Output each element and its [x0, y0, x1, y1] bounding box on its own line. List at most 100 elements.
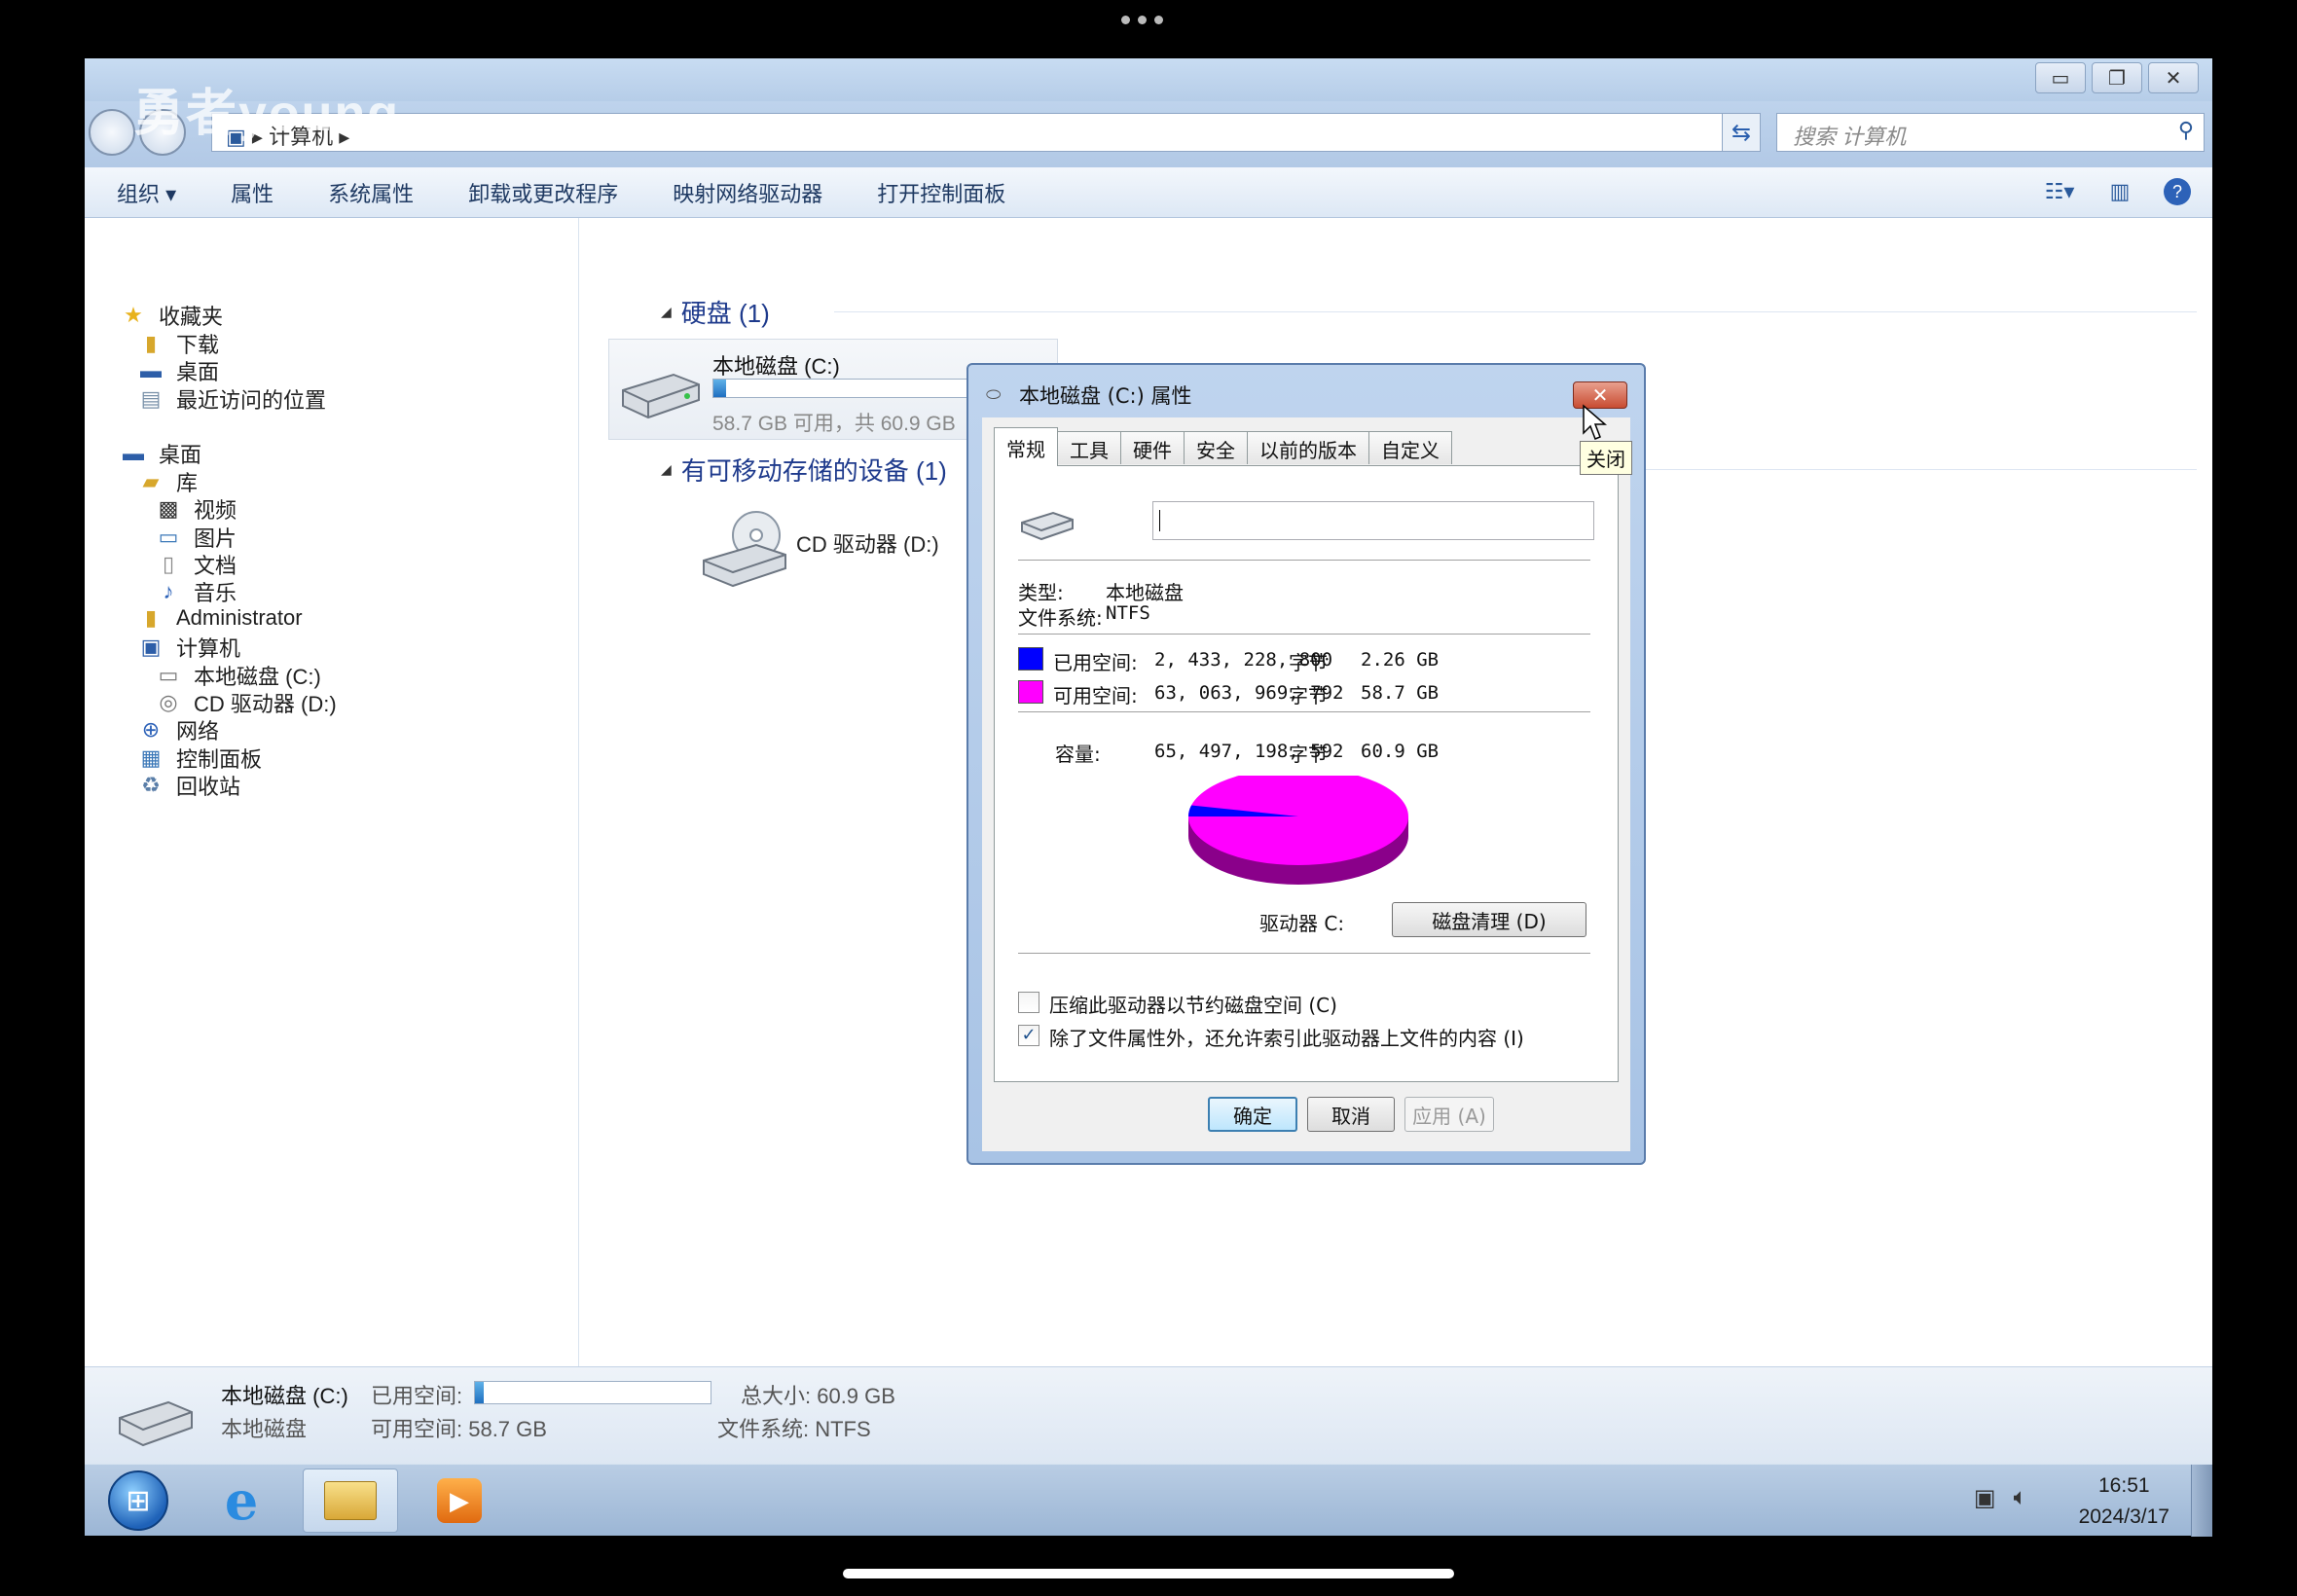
- clock-date: 2024/3/17: [2078, 1505, 2169, 1528]
- pictures-icon: ▭: [158, 525, 179, 549]
- nav-label: 计算机: [176, 636, 241, 661]
- network-status-icon[interactable]: ▣: [1974, 1484, 1996, 1512]
- map-drive-button[interactable]: 映射网络驱动器: [673, 177, 822, 208]
- clock[interactable]: 16:51 2024/3/17: [2079, 1470, 2169, 1533]
- home-indicator: [843, 1569, 1454, 1578]
- user-folder-icon: ▮: [144, 605, 158, 630]
- cd-drive-icon[interactable]: [698, 506, 791, 588]
- compress-checkbox[interactable]: [1018, 992, 1039, 1013]
- address-field[interactable]: ▣ ▸ 计算机 ▸ ▾: [211, 113, 1749, 152]
- navigation-pane: ★ 收藏夹 ▮ 下载 ▬ 桌面 ▤ 最近访问的位置 ▬ 桌面 ▰ 库 ▩ 视频 ▭ 图片 ▯ 文档…: [85, 218, 579, 1366]
- cd-drive-icon: ◎: [159, 690, 178, 714]
- top-dots: [1121, 16, 1163, 24]
- command-toolbar: 组织 ▾ 属性 系统属性 卸载或更改程序 映射网络驱动器 打开控制面板 ☷▾ ▥…: [85, 167, 2212, 218]
- control-panel-icon: ▦: [140, 745, 162, 770]
- desktop-icon: ▬: [123, 441, 144, 465]
- media-player-taskbar-button[interactable]: ▶: [412, 1469, 507, 1533]
- ie-taskbar-button[interactable]: e: [194, 1469, 289, 1533]
- media-player-icon: ▶: [437, 1478, 482, 1523]
- desktop-icon: ▬: [140, 358, 162, 382]
- hard-drive-icon: [119, 1400, 193, 1447]
- nav-label: 音乐: [194, 581, 237, 605]
- volume-icon[interactable]: 🔈︎: [2014, 1484, 2027, 1512]
- type-value: 本地磁盘: [1106, 581, 1184, 604]
- removable-group-header[interactable]: ◢ 有可移动存储的设备 (1): [661, 452, 947, 488]
- nav-admin[interactable]: ▮ Administrator: [137, 604, 303, 632]
- nav-favorites[interactable]: ★ 收藏夹: [120, 300, 223, 331]
- taskbar: ⊞ e ▶ ▣ 🔈︎ 16:51 2024/3/17: [85, 1464, 2212, 1537]
- used-space-swatch: [1018, 647, 1043, 671]
- uninstall-button[interactable]: 卸载或更改程序: [468, 177, 618, 208]
- back-button[interactable]: [89, 109, 135, 156]
- downloads-folder-icon: ▮: [144, 331, 158, 355]
- nav-videos[interactable]: ▩ 视频: [155, 493, 237, 525]
- refresh-icon[interactable]: ⇆: [1722, 113, 1761, 152]
- disk-cleanup-button[interactable]: 磁盘清理 (D): [1392, 902, 1586, 937]
- tab-general[interactable]: 常规: [994, 427, 1058, 466]
- system-properties-button[interactable]: 系统属性: [328, 177, 414, 208]
- details-pane: 本地磁盘 (C:) 已用空间: 总大小: 60.9 GB 本地磁盘 可用空间: …: [85, 1366, 2212, 1464]
- type-label: 类型:: [1018, 581, 1064, 604]
- organize-menu[interactable]: 组织 ▾: [117, 177, 176, 208]
- details-usage-bar: [474, 1381, 711, 1404]
- ok-button[interactable]: 确定: [1208, 1097, 1297, 1132]
- details-free: 可用空间: 58.7 GB: [371, 1417, 547, 1441]
- nav-music[interactable]: ♪ 音乐: [155, 576, 237, 607]
- start-button[interactable]: ⊞: [91, 1469, 186, 1533]
- restore-button[interactable]: ❐: [2092, 62, 2142, 93]
- nav-network[interactable]: ⊕ 网络: [137, 714, 219, 745]
- capacity-gb: 60.9 GB: [1361, 741, 1440, 762]
- help-icon[interactable]: ?: [2164, 178, 2191, 205]
- dialog-body: 常规 工具 硬件 安全 以前的版本 自定义 类型: 本地磁盘 文件系统: NTF…: [982, 417, 1630, 1151]
- tab-tools[interactable]: 工具: [1057, 431, 1121, 464]
- folder-icon: [324, 1481, 377, 1520]
- properties-dialog: ⬭ 本地磁盘 (C:) 属性 ✕ 关闭 常规 工具 硬件 安全 以前的版本 自定…: [966, 363, 1646, 1165]
- nav-recent[interactable]: ▤ 最近访问的位置: [137, 383, 326, 415]
- nav-label: Administrator: [176, 605, 303, 630]
- compress-label: 压缩此驱动器以节约磁盘空间 (C): [1049, 994, 1337, 1017]
- preview-pane-icon[interactable]: ▥: [2103, 175, 2136, 208]
- view-options-icon[interactable]: ☷▾: [2043, 175, 2076, 208]
- tab-hardware[interactable]: 硬件: [1120, 431, 1185, 464]
- volume-label-input[interactable]: [1152, 501, 1594, 540]
- hdd-group-header[interactable]: ◢ 硬盘 (1): [661, 294, 770, 330]
- nav-label: 最近访问的位置: [176, 388, 327, 413]
- drive-d-name[interactable]: CD 驱动器 (D:): [796, 527, 939, 559]
- tab-security[interactable]: 安全: [1184, 431, 1248, 464]
- video-icon: ▩: [158, 496, 179, 521]
- control-panel-button[interactable]: 打开控制面板: [877, 177, 1005, 208]
- nav-recycle[interactable]: ♻ 回收站: [137, 770, 240, 801]
- text-caret: [1159, 510, 1160, 531]
- document-icon: ▯: [162, 552, 175, 576]
- properties-button[interactable]: 属性: [231, 177, 273, 208]
- music-icon: ♪: [163, 579, 174, 603]
- recycle-bin-icon: ♻: [141, 773, 161, 797]
- drive-icon: ⬭: [986, 384, 1002, 405]
- fs-label: 文件系统:: [1018, 606, 1103, 630]
- search-icon[interactable]: ⚲: [2178, 118, 2194, 143]
- hard-drive-icon: ▭: [158, 663, 179, 687]
- cancel-button[interactable]: 取消: [1307, 1097, 1395, 1132]
- tab-customize[interactable]: 自定义: [1368, 431, 1452, 464]
- close-window-button[interactable]: ✕: [2148, 62, 2199, 93]
- clock-time: 16:51: [2098, 1474, 2150, 1497]
- show-desktop-button[interactable]: [2191, 1465, 2212, 1537]
- free-unit: 字节: [1289, 684, 1328, 707]
- hard-drive-icon: [1021, 511, 1074, 541]
- explorer-taskbar-button[interactable]: [303, 1469, 398, 1533]
- apply-button[interactable]: 应用 (A): [1404, 1097, 1494, 1132]
- nav-desktop[interactable]: ▬ 桌面: [120, 438, 201, 469]
- search-input[interactable]: 搜索 计算机 ⚲: [1776, 113, 2205, 152]
- details-name: 本地磁盘 (C:): [221, 1384, 348, 1408]
- internet-explorer-icon: e: [224, 1469, 259, 1532]
- index-checkbox[interactable]: ✓: [1018, 1025, 1039, 1046]
- system-tray: ▣ 🔈︎: [1974, 1484, 2027, 1512]
- minimize-button[interactable]: ▭: [2035, 62, 2086, 93]
- dialog-title: 本地磁盘 (C:) 属性: [1019, 384, 1192, 408]
- nav-computer[interactable]: ▣ 计算机: [90, 626, 578, 665]
- nav-desktop-fav[interactable]: ▬ 桌面: [137, 355, 219, 386]
- mouse-cursor-icon: [1583, 404, 1607, 440]
- tab-previous-versions[interactable]: 以前的版本: [1247, 431, 1369, 464]
- general-tab-panel: 类型: 本地磁盘 文件系统: NTFS 已用空间: 2, 433, 228, 8…: [994, 465, 1619, 1082]
- drive-c-name: 本地磁盘 (C:): [712, 354, 840, 379]
